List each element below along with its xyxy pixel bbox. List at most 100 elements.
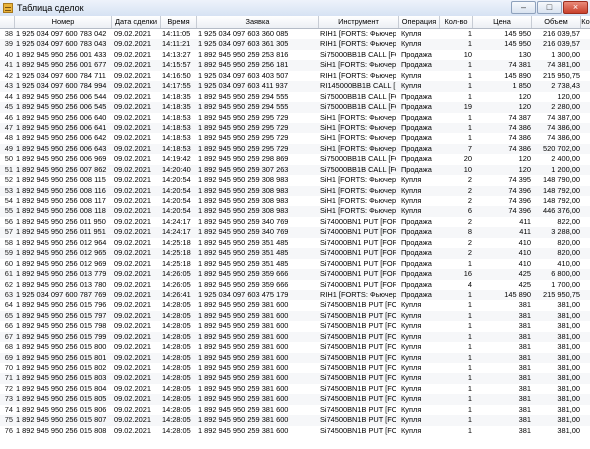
minimize-button[interactable]: – xyxy=(511,1,536,14)
table-row[interactable]: 70 1 892 945 950 256 015 802 09.02.2021 14:… xyxy=(0,363,590,374)
table-row[interactable]: 65 1 892 945 950 256 015 797 09.02.2021 14:… xyxy=(0,310,590,322)
column-header-truncated[interactable]: Ко xyxy=(581,16,590,28)
table-row[interactable]: 38 1 925 034 097 600 783 042 09.02.2021 14:… xyxy=(0,29,590,40)
table-row[interactable]: 69 1 892 945 950 256 015 801 09.02.2021 14:… xyxy=(0,352,590,363)
table-row[interactable]: 52 1 892 945 950 256 008 115 09.02.2021 14:… xyxy=(0,175,590,186)
trade-date-cell: 09.02.2021 xyxy=(114,394,151,404)
order-number-cell: 1 892 945 950 259 381 600 xyxy=(198,300,289,310)
trade-number-cell: 1 892 945 950 256 012 965 xyxy=(16,248,107,258)
column-header-trade-date[interactable]: Дата сделки xyxy=(112,16,161,28)
table-row[interactable]: 59 1 892 945 950 256 012 965 09.02.2021 14:… xyxy=(0,248,590,259)
quantity-cell: 19 xyxy=(463,102,472,112)
table-row[interactable]: 50 1 892 945 950 256 006 969 09.02.2021 14:… xyxy=(0,154,590,165)
quantity-cell: 1 xyxy=(467,331,472,341)
table-row[interactable]: 48 1 892 945 950 256 006 642 09.02.2021 14:… xyxy=(0,133,590,144)
quantity-cell: 1 xyxy=(467,342,472,352)
table-row[interactable]: 44 1 892 945 950 256 006 544 09.02.2021 14:… xyxy=(0,91,590,103)
table-row[interactable]: 43 1 925 034 097 600 784 994 09.02.2021 14:… xyxy=(0,81,590,92)
window-titlebar[interactable]: Таблица сделок – □ × xyxy=(0,0,590,17)
volume-cell: 446 376,00 xyxy=(543,206,580,216)
table-row[interactable]: 41 1 892 945 950 256 001 677 09.02.2021 14:… xyxy=(0,60,590,71)
instrument-cell: RIH1 [FORTS: Фьючерсы] xyxy=(320,39,396,49)
table-row[interactable]: 73 1 892 945 950 256 015 805 09.02.2021 14:… xyxy=(0,394,590,405)
table-row[interactable]: 62 1 892 945 950 256 013 780 09.02.2021 14:… xyxy=(0,279,590,290)
operation-cell: Купля xyxy=(401,185,422,195)
table-row[interactable]: 60 1 892 945 950 256 012 969 09.02.2021 14:… xyxy=(0,258,590,270)
table-row[interactable]: 40 1 892 945 950 256 001 433 09.02.2021 14:… xyxy=(0,49,590,61)
column-header-volume[interactable]: Объем xyxy=(532,16,581,28)
quantity-cell: 2 xyxy=(467,216,472,226)
window-title: Таблица сделок xyxy=(17,3,84,13)
operation-cell: Купля xyxy=(401,363,422,372)
table-row[interactable]: 75 1 892 945 950 256 015 807 09.02.2021 14:… xyxy=(0,415,590,426)
volume-cell: 520 702,00 xyxy=(543,143,580,153)
table-row[interactable]: 68 1 892 945 950 256 015 800 09.02.2021 14:… xyxy=(0,342,590,353)
price-cell: 145 950 xyxy=(504,29,531,38)
table-row[interactable]: 74 1 892 945 950 256 015 806 09.02.2021 14:… xyxy=(0,404,590,416)
price-cell: 1 850 xyxy=(512,81,532,91)
order-number-cell: 1 892 945 950 259 381 600 xyxy=(198,404,289,414)
table-row[interactable]: 57 1 892 945 950 256 011 951 09.02.2021 14:… xyxy=(0,227,590,238)
column-header-instrument[interactable]: Инструмент xyxy=(319,16,399,28)
column-header-operation[interactable]: Операция xyxy=(399,16,440,28)
trade-date-cell: 09.02.2021 xyxy=(114,196,151,205)
table-row[interactable]: 63 1 925 034 097 600 787 769 09.02.2021 14:… xyxy=(0,289,590,301)
column-header-order[interactable]: Заявка xyxy=(197,16,319,28)
instrument-cell: Si74000BN1 PUT [FORTS: Опци xyxy=(320,248,396,258)
instrument-cell: SiH1 [FORTS: Фьючерсы] xyxy=(320,60,396,70)
trade-time-cell: 14:18:35 xyxy=(162,91,191,101)
instrument-cell: Si74500BN1B PUT [FORTS: Опц xyxy=(320,352,396,362)
order-number-cell: 1 892 945 950 259 294 555 xyxy=(198,102,289,112)
table-row[interactable]: 66 1 892 945 950 256 015 798 09.02.2021 14:… xyxy=(0,321,590,332)
quantity-cell: 1 xyxy=(467,404,472,414)
column-header-price[interactable]: Цена xyxy=(473,16,532,28)
table-row[interactable]: 47 1 892 945 950 256 006 641 09.02.2021 14:… xyxy=(0,122,590,134)
column-header-time[interactable]: Время xyxy=(161,16,197,28)
row-index-cell: 53 xyxy=(4,185,13,195)
column-header-quantity[interactable]: Кол-во xyxy=(440,16,473,28)
table-row[interactable]: 39 1 925 034 097 600 783 043 09.02.2021 14:… xyxy=(0,39,590,50)
quantity-cell: 1 xyxy=(467,425,472,435)
volume-cell: 2 280,00 xyxy=(551,102,580,112)
table-row[interactable]: 72 1 892 945 950 256 015 804 09.02.2021 14:… xyxy=(0,383,590,395)
table-row[interactable]: 53 1 892 945 950 256 008 116 09.02.2021 14:… xyxy=(0,185,590,196)
table-row[interactable]: 71 1 892 945 950 256 015 803 09.02.2021 14:… xyxy=(0,373,590,384)
quantity-cell: 1 xyxy=(467,363,472,372)
table-row[interactable]: 51 1 892 945 950 256 007 862 09.02.2021 14:… xyxy=(0,164,590,176)
table-row[interactable]: 64 1 892 945 950 256 015 796 09.02.2021 14:… xyxy=(0,300,590,311)
instrument-cell: SiH1 [FORTS: Фьючерсы] xyxy=(320,185,396,195)
trade-number-cell: 1 892 945 950 256 008 115 xyxy=(16,175,106,185)
table-row[interactable]: 49 1 892 945 950 256 006 643 09.02.2021 14:… xyxy=(0,143,590,155)
close-button[interactable]: × xyxy=(563,1,588,14)
quantity-cell: 20 xyxy=(463,154,472,164)
column-header-index[interactable] xyxy=(0,16,15,28)
volume-cell: 148 790,00 xyxy=(543,175,580,185)
table-row[interactable]: 56 1 892 945 950 256 011 950 09.02.2021 14:… xyxy=(0,216,590,228)
table-row[interactable]: 45 1 892 945 950 256 006 545 09.02.2021 14:… xyxy=(0,102,590,113)
trade-time-cell: 14:25:18 xyxy=(162,237,191,247)
volume-cell: 1 700,00 xyxy=(551,279,580,289)
table-row[interactable]: 67 1 892 945 950 256 015 799 09.02.2021 14:… xyxy=(0,331,590,343)
operation-cell: Продажа xyxy=(401,237,432,247)
table-row[interactable]: 58 1 892 945 950 256 012 964 09.02.2021 14:… xyxy=(0,237,590,249)
table-row[interactable]: 76 1 892 945 950 256 015 808 09.02.2021 14:… xyxy=(0,425,590,437)
row-index-cell: 56 xyxy=(4,216,13,226)
table-row[interactable]: 55 1 892 945 950 256 008 118 09.02.2021 14:… xyxy=(0,206,590,217)
table-row[interactable]: 61 1 892 945 950 256 013 779 09.02.2021 14:… xyxy=(0,269,590,280)
volume-cell: 148 792,00 xyxy=(543,185,580,195)
trade-number-cell: 1 892 945 950 256 011 950 xyxy=(16,216,106,226)
price-cell: 381 xyxy=(518,363,531,372)
table-row[interactable]: 42 1 925 034 097 600 784 711 09.02.2021 14:… xyxy=(0,70,590,82)
quantity-cell: 2 xyxy=(467,185,472,195)
maximize-button[interactable]: □ xyxy=(537,1,562,14)
table-row[interactable]: 54 1 892 945 950 256 008 117 09.02.2021 14:… xyxy=(0,196,590,207)
volume-cell: 822,00 xyxy=(557,216,580,226)
trade-number-cell: 1 892 945 950 256 015 796 xyxy=(16,300,107,310)
table-row[interactable]: 46 1 892 945 950 256 006 640 09.02.2021 14:… xyxy=(0,112,590,123)
instrument-cell: Si75000BB1B CALL [FORTS: Опц xyxy=(320,49,396,59)
trade-time-cell: 14:11:21 xyxy=(162,39,191,49)
row-index-cell: 43 xyxy=(4,81,13,91)
column-header-number[interactable]: Номер xyxy=(15,16,112,28)
trade-date-cell: 09.02.2021 xyxy=(114,60,151,70)
trade-date-cell: 09.02.2021 xyxy=(114,91,151,101)
